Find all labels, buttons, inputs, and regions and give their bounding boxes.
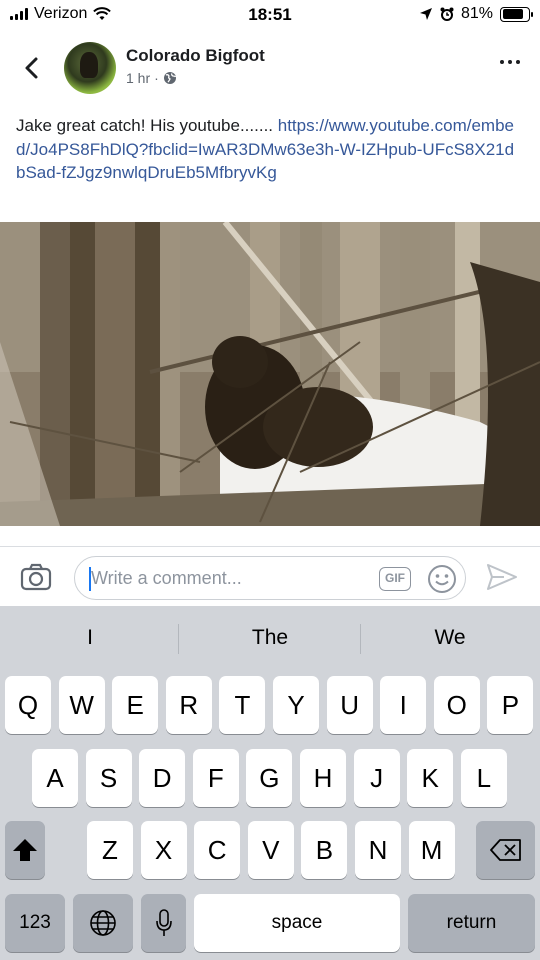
key-n[interactable]: N (355, 821, 401, 879)
status-bar: Verizon 18:51 81% (0, 0, 540, 30)
microphone-icon (155, 909, 172, 936)
page-name[interactable]: Colorado Bigfoot (126, 46, 265, 66)
suggestion-1[interactable]: I (0, 626, 180, 650)
backspace-icon (489, 839, 521, 861)
post-header: Colorado Bigfoot 1 hr · (0, 36, 540, 102)
suggestion-3[interactable]: We (360, 626, 540, 650)
key-x[interactable]: X (140, 821, 187, 879)
dictation-key[interactable] (141, 894, 186, 952)
globe-key[interactable] (73, 894, 133, 952)
key-k[interactable]: K (407, 749, 454, 807)
globe-icon (163, 72, 176, 84)
suggestion-2[interactable]: The (180, 626, 360, 650)
status-right: 81% (419, 5, 533, 23)
chevron-left-icon[interactable] (18, 54, 46, 82)
key-w[interactable]: W (58, 676, 105, 734)
key-r[interactable]: R (165, 676, 212, 734)
location-arrow-icon (419, 8, 432, 20)
alarm-icon (440, 7, 454, 21)
comment-input[interactable]: Write a comment... GIF (74, 556, 466, 600)
key-u[interactable]: U (326, 676, 373, 734)
suggestion-divider (178, 624, 179, 654)
key-o[interactable]: O (433, 676, 480, 734)
avatar[interactable] (64, 42, 116, 94)
key-b[interactable]: B (301, 821, 348, 879)
delete-key[interactable] (476, 821, 535, 879)
key-z[interactable]: Z (87, 821, 133, 879)
space-key[interactable]: space (194, 894, 400, 952)
key-e[interactable]: E (112, 676, 159, 734)
key-c[interactable]: C (194, 821, 241, 879)
return-key[interactable]: return (408, 894, 535, 952)
key-h[interactable]: H (300, 749, 346, 807)
post-text: Jake great catch! His youtube....... htt… (16, 114, 516, 185)
suggestion-bar: I The We (0, 606, 540, 670)
key-j[interactable]: J (353, 749, 400, 807)
keyboard: I The We QWERTYUIOP ASDFGHJKL ZXCVBNM 12… (0, 606, 540, 960)
photo-forest-scene (0, 222, 540, 526)
key-p[interactable]: P (487, 676, 534, 734)
shift-icon (13, 839, 37, 861)
globe-icon (90, 910, 116, 936)
post-time[interactable]: 1 hr (126, 70, 150, 86)
key-y[interactable]: Y (273, 676, 319, 734)
key-m[interactable]: M (408, 821, 455, 879)
meta-separator: · (154, 70, 159, 86)
comment-placeholder: Write a comment... (91, 568, 242, 588)
gif-button[interactable]: GIF (379, 567, 411, 591)
smiley-icon[interactable] (427, 564, 457, 594)
more-horizontal-icon[interactable] (500, 60, 520, 64)
shift-key[interactable] (5, 821, 45, 879)
battery-percent: 81% (460, 5, 493, 22)
post-meta: 1 hr · (126, 70, 177, 86)
numbers-key[interactable]: 123 (5, 894, 65, 952)
key-q[interactable]: Q (5, 676, 51, 734)
key-s[interactable]: S (85, 749, 132, 807)
camera-icon[interactable] (20, 563, 52, 591)
key-l[interactable]: L (460, 749, 507, 807)
key-v[interactable]: V (247, 821, 294, 879)
post-photo[interactable] (0, 222, 540, 526)
comment-bar: Write a comment... GIF (0, 546, 540, 606)
key-d[interactable]: D (139, 749, 186, 807)
post-body: Jake great catch! His youtube....... (16, 116, 278, 135)
send-icon[interactable] (486, 563, 518, 591)
key-g[interactable]: G (246, 749, 293, 807)
key-a[interactable]: A (32, 749, 78, 807)
battery-fill (502, 9, 523, 19)
key-i[interactable]: I (380, 676, 427, 734)
battery-icon (500, 6, 533, 22)
key-f[interactable]: F (192, 749, 239, 807)
key-t[interactable]: T (219, 676, 266, 734)
